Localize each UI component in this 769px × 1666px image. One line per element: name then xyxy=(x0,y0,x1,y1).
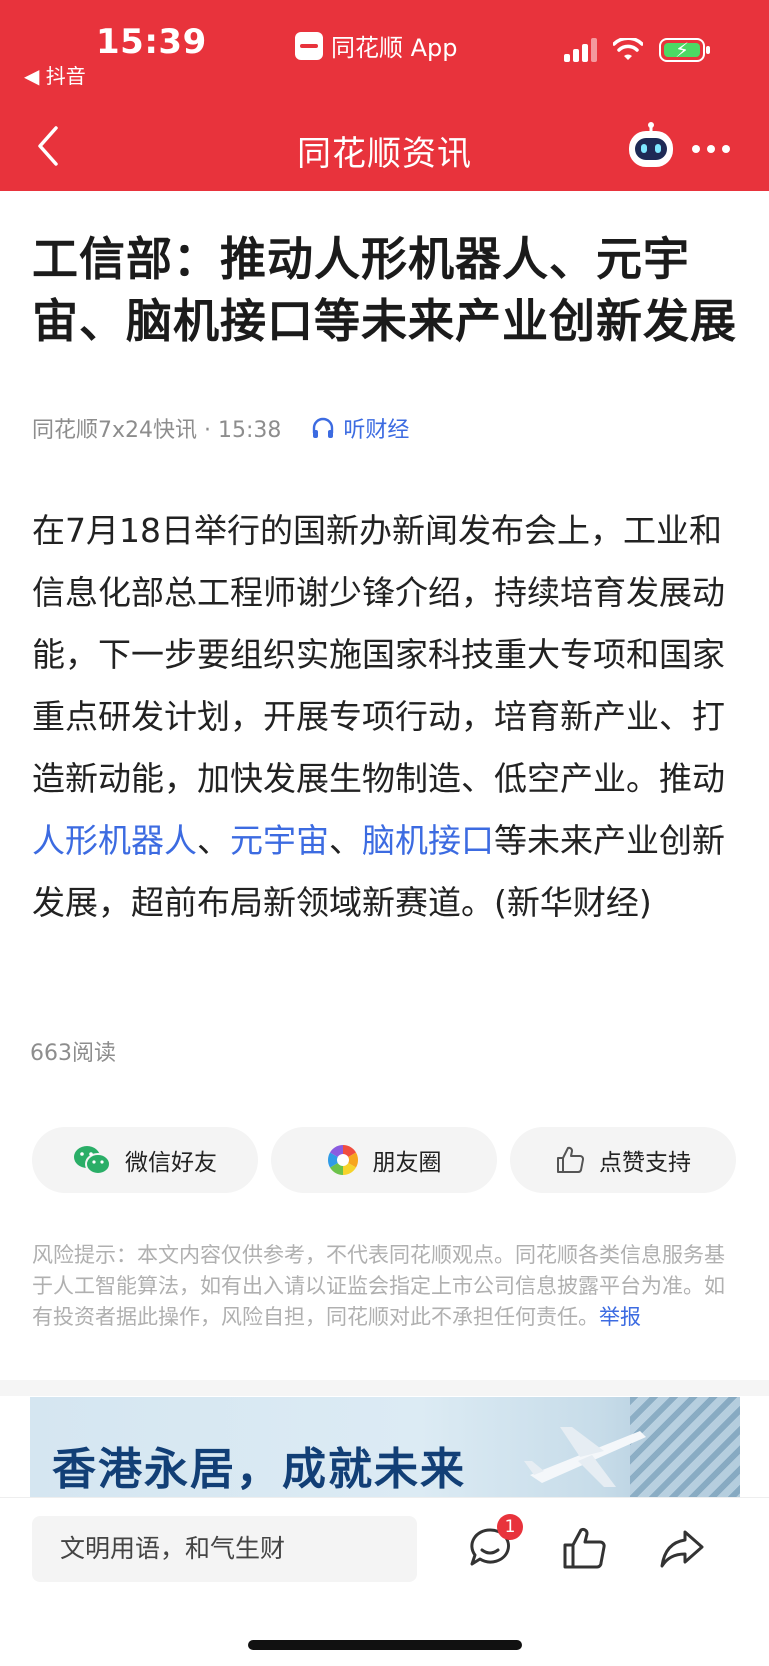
app-logo-icon xyxy=(295,31,323,60)
signal-icon xyxy=(564,38,597,62)
more-icon[interactable] xyxy=(692,145,736,155)
article-meta: 同花顺7x24快讯 · 15:38 听财经 xyxy=(32,412,409,444)
body-separator: 、 xyxy=(197,821,230,860)
share-moments-button[interactable]: 朋友圈 xyxy=(271,1127,497,1193)
battery-charging-icon: ⚡ xyxy=(659,38,710,62)
status-app-name: 同花顺 App xyxy=(331,34,458,62)
wifi-icon xyxy=(613,38,643,60)
thumbs-up-icon xyxy=(557,1146,584,1173)
article-source: 同花顺7x24快讯 · 15:38 xyxy=(32,418,282,443)
comment-input[interactable]: 文明用语，和气生财 xyxy=(32,1516,417,1582)
share-row: 微信好友 朋友圈 点赞支持 xyxy=(32,1127,736,1193)
share-wechat-button[interactable]: 微信好友 xyxy=(32,1127,258,1193)
status-app-indicator: 同花顺 App xyxy=(295,28,458,63)
airplane-icon xyxy=(524,1427,646,1487)
ad-banner-text: 香港永居，成就未来 xyxy=(52,1444,466,1495)
body-separator: 、 xyxy=(329,821,362,860)
risk-disclaimer: 风险提示：本文内容仅供参考，不代表同花顺观点。同花顺各类信息服务基于人工智能算法… xyxy=(32,1240,732,1333)
listen-label: 听财经 xyxy=(343,418,410,443)
share-moments-label: 朋友圈 xyxy=(372,1150,442,1176)
headphones-icon xyxy=(313,417,334,438)
body-text-prefix: 在7月18日举行的国新办新闻发布会上，工业和信息化部总工程师谢少锋介绍，持续培育… xyxy=(32,511,725,798)
moments-icon xyxy=(327,1145,358,1175)
section-divider xyxy=(0,1380,769,1396)
read-count: 663阅读 xyxy=(30,1041,116,1066)
share-arrow-icon[interactable] xyxy=(658,1524,706,1572)
thumbs-up-icon[interactable] xyxy=(560,1524,608,1572)
article-title: 工信部：推动人形机器人、元宇宙、脑机接口等未来产业创新发展 xyxy=(32,232,737,348)
comment-count-badge: 1 xyxy=(497,1514,523,1540)
status-indicators: ⚡ xyxy=(564,38,710,62)
app-header: 15:39 ◀ 抖音 同花顺 App ⚡ 同花顺资讯 xyxy=(0,0,769,191)
robot-assistant-icon[interactable] xyxy=(625,121,677,173)
keyword-link-brain-computer-interface[interactable]: 脑机接口 xyxy=(362,821,494,860)
like-support-label: 点赞支持 xyxy=(599,1150,691,1176)
share-wechat-label: 微信好友 xyxy=(125,1150,217,1176)
ad-banner[interactable]: 香港永居，成就未来 xyxy=(30,1397,740,1497)
wechat-icon xyxy=(74,1146,111,1175)
back-to-app-link[interactable]: ◀ 抖音 xyxy=(24,60,86,89)
article-body: 在7月18日举行的国新办新闻发布会上，工业和信息化部总工程师谢少锋介绍，持续培育… xyxy=(32,500,744,934)
keyword-link-humanoid-robot[interactable]: 人形机器人 xyxy=(32,821,197,860)
keyword-link-metaverse[interactable]: 元宇宙 xyxy=(230,821,329,860)
home-indicator xyxy=(248,1640,522,1650)
report-link[interactable]: 举报 xyxy=(599,1305,641,1329)
like-support-button[interactable]: 点赞支持 xyxy=(510,1127,736,1193)
status-time: 15:39 xyxy=(96,22,207,62)
listen-button[interactable]: 听财经 xyxy=(311,412,409,444)
